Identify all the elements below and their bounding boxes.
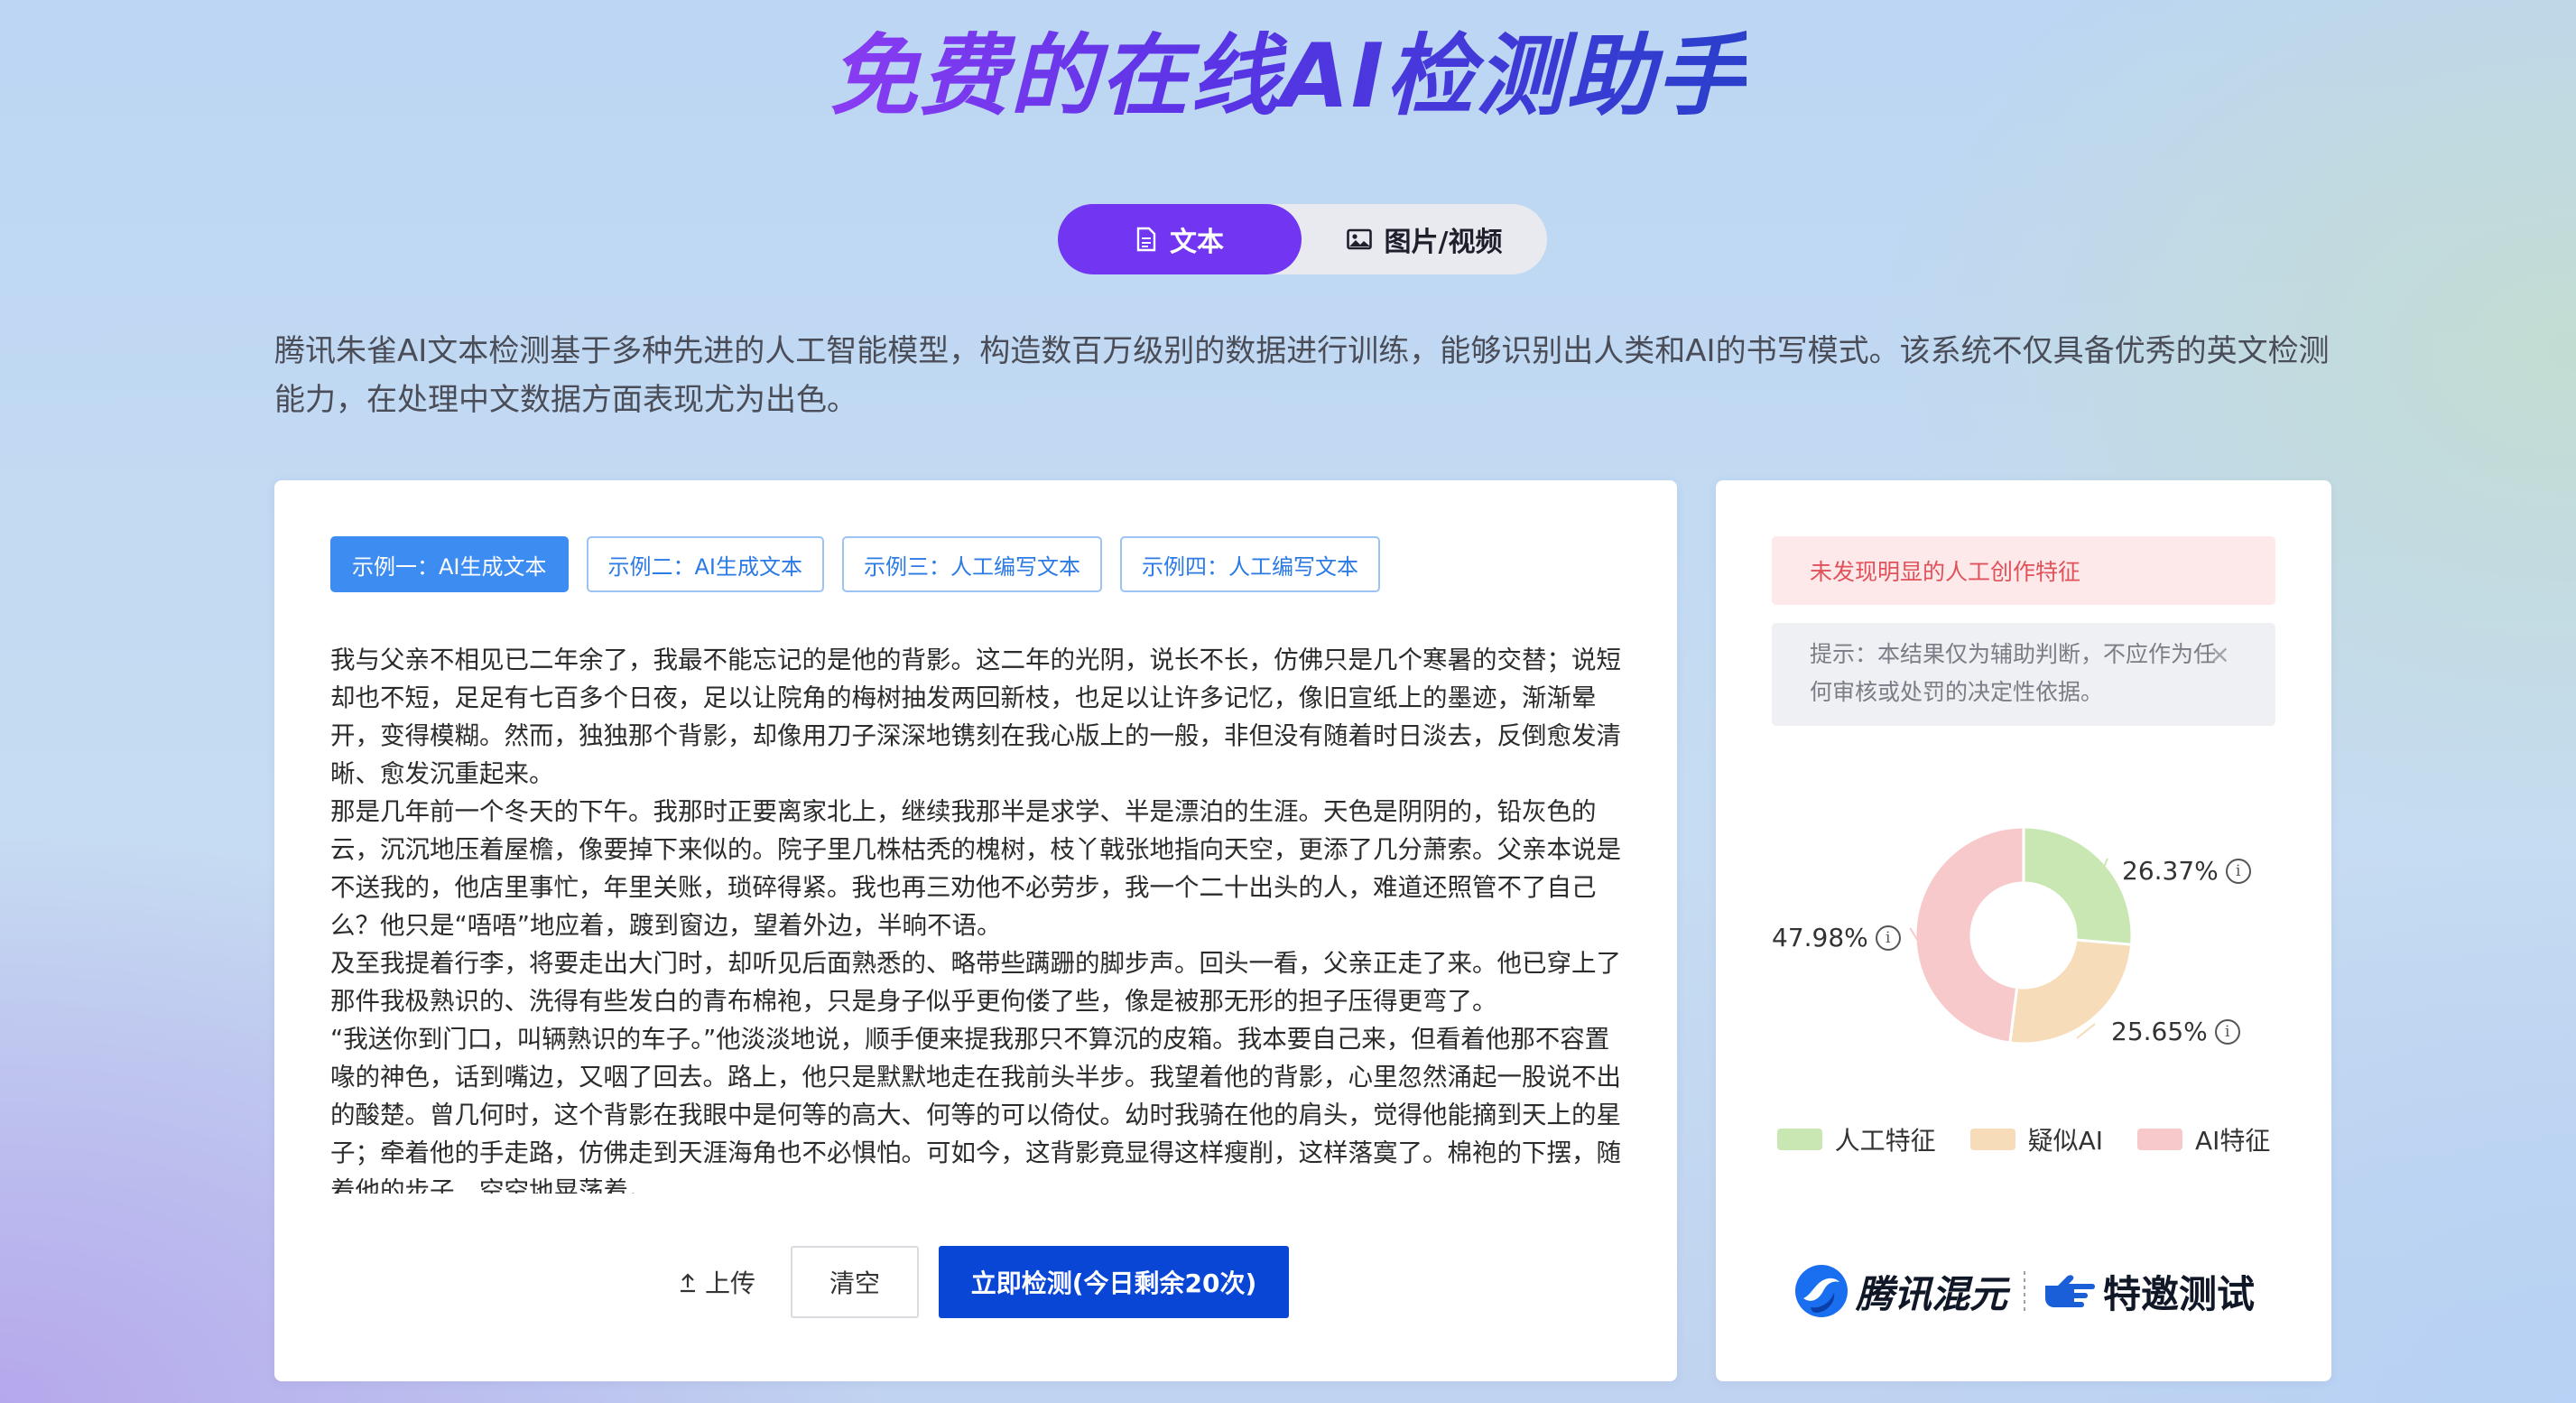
upload-icon — [680, 1273, 695, 1293]
slice-ai[interactable] — [1913, 825, 2025, 1045]
value-label-ai: 47.98% — [1772, 923, 1868, 952]
value-label-suspected: 25.65% — [2111, 1017, 2208, 1046]
text-paragraph: 我与父亲不相见已二年余了，我最不能忘记的是他的背影。这二年的光阴，说长不长，仿佛… — [330, 646, 1621, 788]
text-paragraph: 及至我提着行李，将要走出大门时，却听见后面熟悉的、略带些蹒跚的脚步声。回头一看，… — [330, 949, 1621, 1016]
slice-label-human: 26.37% i — [2122, 856, 2251, 886]
example-3-button[interactable]: 示例三：人工编写文本 — [842, 536, 1102, 592]
info-icon[interactable]: i — [1875, 924, 1901, 951]
slice-label-ai: 47.98% i — [1772, 923, 1901, 952]
brand-divider — [2024, 1271, 2025, 1311]
value-label-human: 26.37% — [2122, 856, 2219, 886]
legend-label: AI特征 — [2195, 1126, 2271, 1156]
clear-button[interactable]: 清空 — [791, 1246, 919, 1318]
tab-text-label: 文本 — [1170, 227, 1224, 258]
tab-image-video-label: 图片/视频 — [1384, 227, 1503, 258]
text-paragraph: 那是几年前一个冬天的下午。我那时正要离家北上，继续我那半是求学、半是漂泊的生涯。… — [330, 797, 1621, 940]
result-panel: 未发现明显的人工创作特征 提示：本结果仅为辅助判断，不应作为任何审核或处罚的决定… — [1716, 480, 2331, 1381]
document-icon — [1136, 227, 1156, 252]
detect-button[interactable]: 立即检测(今日剩余20次) — [939, 1246, 1289, 1318]
tab-image-video[interactable]: 图片/视频 — [1302, 204, 1547, 274]
text-input-area[interactable]: 我与父亲不相见已二年余了，我最不能忘记的是他的背影。这二年的光阴，说长不长，仿佛… — [330, 641, 1626, 1194]
slice-human[interactable] — [2022, 825, 2134, 946]
input-panel: 示例一：AI生成文本 示例二：AI生成文本 示例三：人工编写文本 示例四：人工编… — [274, 480, 1677, 1381]
example-buttons: 示例一：AI生成文本 示例二：AI生成文本 示例三：人工编写文本 示例四：人工编… — [330, 536, 1380, 592]
tab-text[interactable]: 文本 — [1058, 204, 1302, 274]
slice-label-suspected: 25.65% i — [2111, 1017, 2240, 1046]
mode-tabs: 文本 图片/视频 — [1058, 204, 1547, 274]
hunyuan-logo: 腾讯混元 — [1793, 1262, 2007, 1320]
brand-name-1: 腾讯混元 — [1855, 1271, 2007, 1316]
example-1-button[interactable]: 示例一：AI生成文本 — [330, 536, 569, 592]
legend-item-suspected[interactable]: 疑似AI — [1969, 1121, 2103, 1157]
text-paragraph: “我送你到门口，叫辆熟识的车子。”他淡淡地说，顺手便来提我那只不算沉的皮箱。我本… — [330, 1025, 1621, 1194]
invited-test-logo: 特邀测试 — [2042, 1264, 2255, 1319]
upload-label: 上传 — [704, 1268, 755, 1298]
example-4-button[interactable]: 示例四：人工编写文本 — [1120, 536, 1380, 592]
brand-name-2: 特邀测试 — [2103, 1271, 2256, 1316]
chart-legend: 人工特征 疑似AI AI特征 — [1716, 1121, 2331, 1157]
legend-label: 疑似AI — [2027, 1126, 2103, 1156]
brand-footer: 腾讯混元 特邀测试 — [1779, 1255, 2268, 1327]
legend-item-human[interactable]: 人工特征 — [1776, 1121, 1936, 1157]
legend-swatch — [2137, 1129, 2182, 1150]
action-bar: 上传 清空 立即检测(今日剩余20次) — [274, 1246, 1677, 1318]
example-2-button[interactable]: 示例二：AI生成文本 — [586, 536, 824, 592]
pointing-hand-icon — [2045, 1275, 2095, 1307]
image-icon — [1346, 228, 1372, 250]
info-icon[interactable]: i — [2225, 858, 2251, 884]
intro-description: 腾讯朱雀AI文本检测基于多种先进的人工智能模型，构造数百万级别的数据进行训练，能… — [274, 333, 2330, 418]
page-title: 免费的在线AI检测助手 — [829, 25, 1747, 128]
legend-item-ai[interactable]: AI特征 — [2137, 1121, 2270, 1157]
hunyuan-logo-icon — [1794, 1265, 1848, 1317]
legend-label: 人工特征 — [1834, 1126, 1936, 1156]
legend-swatch — [1776, 1129, 1822, 1150]
upload-button[interactable]: 上传 — [663, 1246, 771, 1318]
legend-swatch — [1969, 1129, 2015, 1150]
info-icon[interactable]: i — [2214, 1018, 2240, 1045]
